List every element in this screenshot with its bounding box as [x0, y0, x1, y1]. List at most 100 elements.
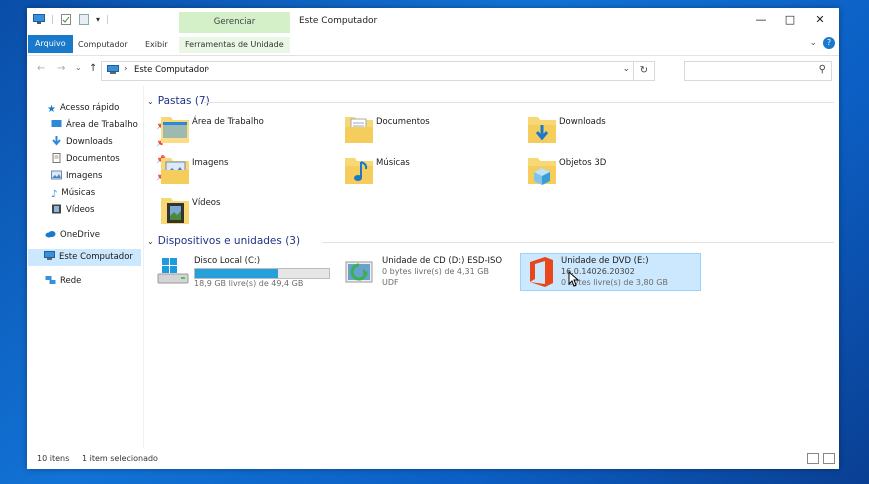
pc-icon[interactable] — [33, 14, 45, 25]
collapse-chevron-icon: ⌄ — [147, 237, 154, 246]
folder-musicas[interactable]: Músicas — [344, 154, 504, 190]
maximize-button[interactable]: □ — [775, 13, 805, 29]
manage-context-tab[interactable]: Gerenciar — [179, 12, 290, 33]
tab-exibir[interactable]: Exibir — [139, 37, 174, 53]
devices-group-header[interactable]: ⌄ Dispositivos e unidades (3) — [147, 235, 300, 247]
drive-name: Unidade de DVD (E:) — [561, 256, 649, 266]
sidebar-item-este-computador[interactable]: Este Computador — [28, 249, 141, 266]
drive-disco-local-c[interactable]: Disco Local (C:) 18,9 GB livre(s) de 49,… — [156, 254, 336, 294]
sidebar-item-label: Rede — [60, 276, 82, 286]
quick-access-toolbar: | ▾ | — [33, 14, 109, 25]
drive-unidade-de-cd-d[interactable]: Unidade de CD (D:) ESD-ISO 0 bytes livre… — [344, 254, 514, 294]
tab-computador[interactable]: Computador — [72, 37, 134, 53]
properties-icon[interactable] — [60, 14, 72, 25]
breadcrumb-separator[interactable]: › — [206, 64, 210, 74]
folder-label: Downloads — [559, 117, 606, 127]
ribbon-tabs: Arquivo Computador Exibir Ferramentas de… — [27, 33, 839, 56]
close-icon: ✕ — [815, 13, 825, 26]
customize-toolbar-icon[interactable]: ▾ — [96, 15, 100, 24]
sidebar-item-musicas[interactable]: ♪ Músicas — [51, 185, 95, 202]
folders-group-header[interactable]: ⌄ Pastas (7) — [147, 95, 210, 107]
sidebar-item-rede[interactable]: Rede — [45, 273, 81, 290]
pictures-folder-icon — [161, 158, 189, 184]
sidebar-item-area-de-trabalho[interactable]: Área de Trabalho 📌 — [51, 117, 166, 134]
folder-objetos-3d[interactable]: Objetos 3D — [527, 154, 687, 190]
recent-locations-icon[interactable]: ⌄ — [75, 63, 82, 72]
sidebar-item-label: Este Computador — [59, 252, 133, 262]
drive-free-space: 0 bytes livre(s) de 4,31 GB — [382, 267, 489, 276]
sidebar-item-downloads[interactable]: Downloads 📌 — [51, 134, 166, 151]
drive-unidade-de-dvd-e[interactable]: Unidade de DVD (E:) 16.0.14026.20302 0 b… — [520, 253, 701, 291]
documents-folder-icon — [345, 117, 373, 143]
close-button[interactable]: ✕ — [805, 13, 835, 29]
back-arrow-icon[interactable]: ← — [37, 63, 45, 74]
music-icon: ♪ — [51, 189, 58, 200]
forward-arrow-icon[interactable]: → — [57, 63, 65, 74]
office-logo-icon — [530, 257, 553, 287]
sidebar-item-label: Imagens — [66, 171, 103, 181]
status-bar: 10 itens 1 item selecionado — [27, 448, 839, 469]
folder-documentos[interactable]: Documentos — [344, 113, 504, 149]
group-divider — [322, 242, 834, 243]
sidebar-item-acesso-rapido[interactable]: ★ Acesso rápido — [47, 100, 119, 117]
mouse-cursor-icon — [568, 271, 580, 287]
sidebar-item-documentos[interactable]: Documentos 📌 — [51, 151, 166, 168]
window-title: Este Computador — [299, 16, 378, 26]
expand-ribbon-icon[interactable]: ⌄ — [809, 38, 817, 48]
sidebar-item-imagens[interactable]: Imagens 📌 — [51, 168, 166, 185]
sidebar-item-label: Vídeos — [66, 205, 95, 215]
toolbar-separator: | — [51, 14, 55, 25]
sidebar-item-label: Documentos — [66, 154, 120, 164]
address-row: ← → ⌄ ↑ › Este Computador › ⌄ ↻ ⚲ — [27, 55, 839, 85]
3d-objects-folder-icon — [528, 158, 556, 185]
up-arrow-icon[interactable]: ↑ — [89, 63, 97, 74]
maximize-icon: □ — [784, 13, 796, 26]
folder-imagens[interactable]: Imagens — [160, 154, 320, 190]
folder-area-de-trabalho[interactable]: Área de Trabalho — [160, 113, 320, 149]
download-icon — [52, 136, 61, 146]
tab-arquivo[interactable]: Arquivo — [28, 35, 73, 53]
help-icon[interactable]: ? — [823, 37, 835, 49]
desktop-folder-icon — [161, 117, 189, 143]
star-icon: ★ — [47, 104, 56, 115]
hard-drive-icon — [157, 258, 189, 284]
collapse-chevron-icon: ⌄ — [147, 97, 154, 106]
folder-label: Imagens — [192, 158, 229, 168]
pc-icon — [44, 251, 55, 260]
address-dropdown-icon[interactable]: ⌄ — [622, 64, 630, 74]
address-bar[interactable]: › Este Computador › ⌄ ↻ — [101, 61, 655, 81]
breadcrumb-separator: › — [124, 64, 128, 74]
refresh-icon: ↻ — [639, 65, 649, 76]
music-folder-icon — [345, 158, 373, 184]
folder-videos[interactable]: Vídeos — [160, 194, 320, 230]
folder-label: Vídeos — [192, 198, 221, 208]
selection-count: 1 item selecionado — [82, 454, 158, 463]
sidebar-item-onedrive[interactable]: OneDrive — [45, 227, 100, 244]
sidebar-item-videos[interactable]: Vídeos — [51, 202, 94, 219]
pc-icon — [107, 65, 119, 74]
new-folder-icon[interactable] — [78, 14, 90, 25]
minimize-button[interactable]: — — [746, 13, 776, 29]
network-icon — [45, 276, 56, 284]
item-count: 10 itens — [37, 454, 70, 463]
folder-downloads[interactable]: Downloads — [527, 113, 687, 149]
downloads-folder-icon — [528, 117, 556, 143]
sidebar-item-label: Área de Trabalho — [66, 120, 138, 130]
breadcrumb-este-computador[interactable]: Este Computador — [134, 65, 208, 75]
sidebar-item-label: OneDrive — [60, 230, 100, 240]
videos-folder-icon — [161, 198, 189, 224]
toolbar-separator: | — [106, 14, 110, 25]
folder-label: Músicas — [376, 158, 410, 168]
details-view-icon[interactable] — [807, 453, 819, 464]
search-input[interactable]: ⚲ — [684, 61, 832, 81]
refresh-button[interactable]: ↻ — [633, 62, 654, 80]
sidebar-item-label: Músicas — [61, 188, 96, 198]
navigation-pane: ★ Acesso rápido Área de Trabalho 📌 Downloa… — [27, 86, 166, 448]
folder-label: Área de Trabalho — [192, 117, 264, 127]
sidebar-item-label: Acesso rápido — [59, 103, 120, 113]
large-icons-view-icon[interactable] — [823, 453, 835, 464]
drive-free-space: 18,9 GB livre(s) de 49,4 GB — [194, 279, 304, 288]
folder-label: Documentos — [376, 117, 430, 127]
document-icon — [52, 153, 61, 163]
tab-ferramentas-de-unidade[interactable]: Ferramentas de Unidade — [179, 37, 290, 53]
